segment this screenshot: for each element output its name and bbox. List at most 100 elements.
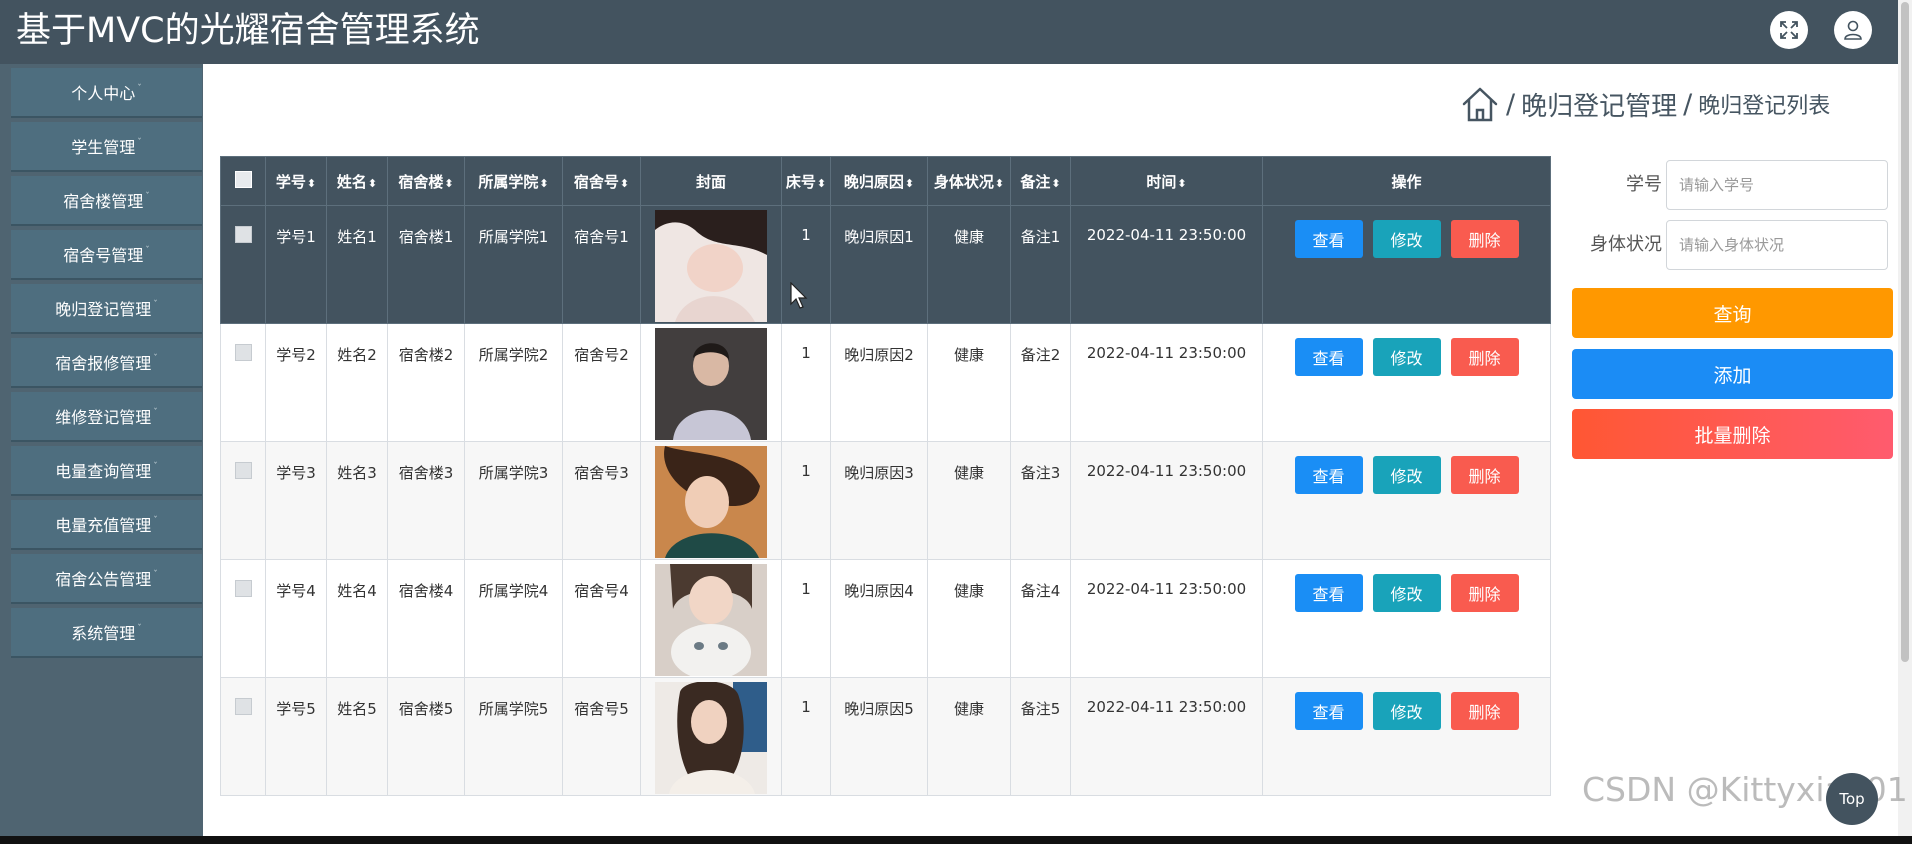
scrollbar-thumb[interactable] — [1901, 2, 1909, 662]
sidebar-item-label: 宿舍公告管理 — [55, 570, 152, 589]
edit-button[interactable]: 修改 — [1372, 220, 1441, 258]
row-select-cell[interactable] — [220, 441, 266, 560]
cell-cover — [640, 323, 782, 442]
user-button[interactable] — [1834, 11, 1872, 49]
row-select-cell[interactable] — [220, 323, 266, 442]
sidebar-item-repair-records[interactable]: 维修登记管理 ˇ — [11, 392, 202, 442]
row-select-cell[interactable] — [220, 677, 266, 796]
student-no-label: 学号 — [1626, 174, 1662, 195]
table-row[interactable]: 学号4 姓名4 宿舍楼4 所属学院4 宿舍号4 1 晚归原因4 健康 备注4 2… — [220, 559, 1551, 678]
column-header-building[interactable]: 宿舍楼⬍ — [387, 156, 465, 206]
column-label: 晚归原因 — [843, 172, 904, 191]
cell-building: 宿舍楼2 — [387, 323, 465, 442]
sidebar-item-power-recharge[interactable]: 电量充值管理 ˇ — [11, 500, 202, 550]
row-checkbox[interactable] — [234, 344, 252, 361]
page-scrollbar[interactable] — [1898, 0, 1912, 836]
sidebar-item-announcements[interactable]: 宿舍公告管理 ˇ — [11, 554, 202, 604]
cell-name: 姓名3 — [326, 441, 388, 560]
sort-icon: ⬍ — [539, 176, 549, 190]
view-button[interactable]: 查看 — [1294, 338, 1363, 376]
column-header-room[interactable]: 宿舍号⬍ — [562, 156, 641, 206]
sidebar-item-late-return[interactable]: 晚归登记管理 ˇ — [11, 284, 202, 334]
cover-photo[interactable] — [655, 328, 767, 440]
delete-button[interactable]: 删除 — [1450, 574, 1519, 612]
column-header-student-no[interactable]: 学号⬍ — [265, 156, 327, 206]
cell-room: 宿舍号3 — [562, 441, 641, 560]
view-button[interactable]: 查看 — [1294, 220, 1363, 258]
select-all-checkbox[interactable] — [234, 170, 252, 188]
delete-button[interactable]: 删除 — [1450, 692, 1519, 730]
view-button[interactable]: 查看 — [1294, 574, 1363, 612]
delete-button[interactable]: 删除 — [1450, 456, 1519, 494]
cell-college: 所属学院3 — [464, 441, 563, 560]
sidebar: 个人中心 ˇ 学生管理 ˇ 宿舍楼管理 ˇ 宿舍号管理 ˇ 晚归登记管理 ˇ 宿舍报修管理… — [0, 64, 203, 836]
select-all-header[interactable] — [220, 156, 266, 206]
table-row[interactable]: 学号2 姓名2 宿舍楼2 所属学院2 宿舍号2 1 晚归原因2 健康 备注2 2… — [220, 323, 1551, 442]
breadcrumb-section[interactable]: 晚归登记管理 — [1521, 86, 1677, 123]
home-icon[interactable] — [1460, 84, 1500, 124]
cell-note: 备注2 — [1010, 323, 1071, 442]
student-no-row: 学号 — [1560, 160, 1898, 210]
delete-button[interactable]: 删除 — [1450, 220, 1519, 258]
sidebar-item-rooms[interactable]: 宿舍号管理 ˇ — [11, 230, 202, 280]
cover-photo[interactable] — [655, 564, 767, 676]
sidebar-item-buildings[interactable]: 宿舍楼管理 ˇ — [11, 176, 202, 226]
sidebar-item-power-query[interactable]: 电量查询管理 ˇ — [11, 446, 202, 496]
cell-student-no: 学号5 — [265, 677, 327, 796]
cover-photo[interactable] — [655, 446, 767, 558]
row-checkbox[interactable] — [234, 580, 252, 597]
user-icon — [1844, 20, 1862, 40]
cell-reason: 晚归原因4 — [830, 559, 928, 678]
health-input[interactable] — [1666, 220, 1888, 270]
sort-icon: ⬍ — [306, 176, 317, 190]
caret-down-icon: ˇ — [153, 408, 158, 418]
edit-button[interactable]: 修改 — [1372, 338, 1441, 376]
cell-note: 备注3 — [1010, 441, 1071, 560]
table-row[interactable]: 学号3 姓名3 宿舍楼3 所属学院3 宿舍号3 1 晚归原因3 健康 备注3 2… — [220, 441, 1551, 560]
query-button[interactable]: 查询 — [1572, 288, 1893, 338]
delete-button[interactable]: 删除 — [1450, 338, 1519, 376]
sidebar-item-profile[interactable]: 个人中心 ˇ — [11, 68, 202, 118]
column-header-bed[interactable]: 床号⬍ — [781, 156, 831, 206]
row-select-cell[interactable] — [220, 205, 266, 324]
add-button[interactable]: 添加 — [1572, 349, 1893, 399]
cover-photo[interactable] — [655, 210, 767, 322]
row-checkbox[interactable] — [234, 226, 252, 243]
fullscreen-button[interactable] — [1770, 11, 1808, 49]
column-header-time[interactable]: 时间⬍ — [1070, 156, 1263, 206]
row-checkbox[interactable] — [234, 462, 252, 479]
top-header: 基于MVC的光耀宿舍管理系统 — [0, 0, 1898, 64]
column-header-cover: 封面 — [640, 156, 782, 206]
view-button[interactable]: 查看 — [1294, 692, 1363, 730]
column-header-health[interactable]: 身体状况⬍ — [927, 156, 1011, 206]
column-header-college[interactable]: 所属学院⬍ — [464, 156, 563, 206]
row-checkbox[interactable] — [234, 698, 252, 715]
cell-college: 所属学院2 — [464, 323, 563, 442]
table-row[interactable]: 学号1 姓名1 宿舍楼1 所属学院1 宿舍号1 1 晚归原因1 健康 备注1 2… — [220, 205, 1551, 324]
late-return-table: 学号⬍ 姓名⬍ 宿舍楼⬍ 所属学院⬍ 宿舍号⬍ 封面 床号⬍ 晚归原因⬍ 身体状… — [220, 156, 1551, 796]
table-row[interactable]: 学号5 姓名5 宿舍楼5 所属学院5 宿舍号5 1 晚归原因5 健康 备注5 2… — [220, 677, 1551, 796]
student-no-input[interactable] — [1666, 160, 1888, 210]
view-button[interactable]: 查看 — [1294, 456, 1363, 494]
batch-delete-button[interactable]: 批量删除 — [1572, 409, 1893, 459]
sidebar-item-system[interactable]: 系统管理 ˇ — [11, 608, 202, 658]
cell-building: 宿舍楼3 — [387, 441, 465, 560]
column-header-reason[interactable]: 晚归原因⬍ — [830, 156, 928, 206]
sidebar-item-label: 电量充值管理 — [55, 516, 152, 535]
sidebar-item-repair-requests[interactable]: 宿舍报修管理 ˇ — [11, 338, 202, 388]
cover-photo[interactable] — [655, 682, 767, 794]
sidebar-item-students[interactable]: 学生管理 ˇ — [11, 122, 202, 172]
edit-button[interactable]: 修改 — [1372, 574, 1441, 612]
edit-button[interactable]: 修改 — [1372, 692, 1441, 730]
column-label: 时间 — [1146, 172, 1177, 191]
edit-button[interactable]: 修改 — [1372, 456, 1441, 494]
column-header-note[interactable]: 备注⬍ — [1010, 156, 1071, 206]
column-header-name[interactable]: 姓名⬍ — [326, 156, 388, 206]
cell-reason: 晚归原因3 — [830, 441, 928, 560]
back-to-top-button[interactable]: Top — [1826, 773, 1878, 825]
cell-time: 2022-04-11 23:50:00 — [1070, 559, 1263, 678]
row-select-cell[interactable] — [220, 559, 266, 678]
cell-building: 宿舍楼5 — [387, 677, 465, 796]
cell-name: 姓名1 — [326, 205, 388, 324]
column-label: 床号 — [785, 172, 816, 191]
